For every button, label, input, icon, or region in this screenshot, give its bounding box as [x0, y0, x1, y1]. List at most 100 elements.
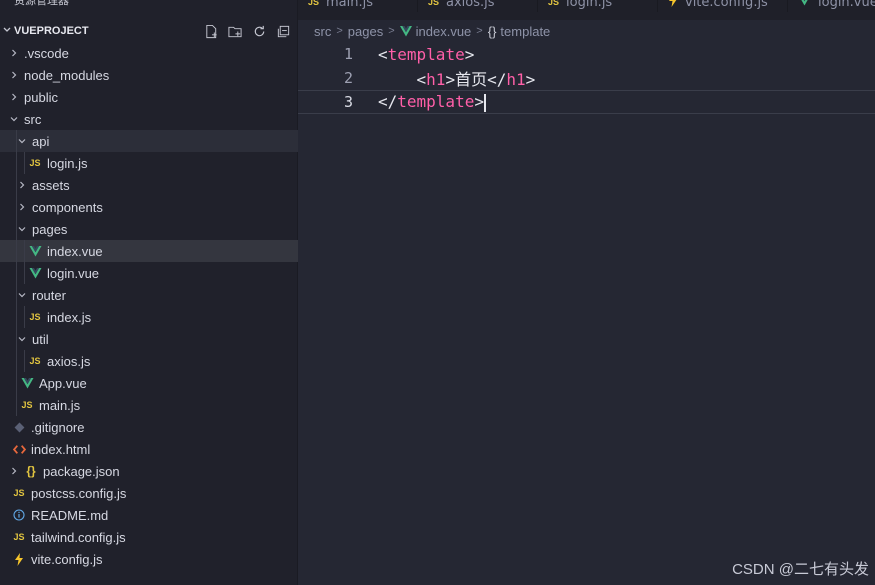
tab-label: login.vue — [818, 0, 875, 10]
vue-file-icon — [28, 245, 42, 257]
tree-item-label: login.js — [47, 155, 88, 171]
file-item[interactable]: login.vue — [0, 262, 298, 284]
new-folder-icon[interactable] — [226, 22, 244, 40]
watermark: CSDN @二七有头发 — [732, 561, 869, 578]
file-item[interactable]: JS tailwind.config.js — [0, 526, 298, 548]
js-file-icon: JS — [29, 356, 41, 366]
file-item[interactable]: vite.config.js — [0, 548, 298, 570]
file-item[interactable]: App.vue — [0, 372, 298, 394]
line-number: 2 — [343, 69, 353, 87]
file-item[interactable]: {} package.json — [0, 460, 298, 482]
folder-item[interactable]: pages — [0, 218, 298, 240]
folder-item[interactable]: api — [0, 130, 298, 152]
folder-item[interactable]: src — [0, 108, 298, 130]
code-tag: template — [397, 92, 475, 112]
chevron-right-icon — [8, 70, 20, 80]
folder-item[interactable]: assets — [0, 174, 298, 196]
file-item[interactable]: JS index.js — [0, 306, 298, 328]
info-file-icon — [12, 509, 26, 521]
folder-item[interactable]: util — [0, 328, 298, 350]
chevron-down-icon — [16, 290, 28, 300]
tree-item-label: public — [24, 89, 58, 105]
tree-item-label: .vscode — [24, 45, 69, 61]
folder-item[interactable]: router — [0, 284, 298, 306]
chevron-down-icon — [0, 25, 14, 38]
file-item[interactable]: README.md — [0, 504, 298, 526]
json-file-icon: {} — [26, 464, 36, 478]
tree-item-label: node_modules — [24, 67, 110, 83]
chevron-down-icon — [8, 114, 20, 124]
folder-item[interactable]: components — [0, 196, 298, 218]
tree-item-label: index.vue — [47, 243, 103, 259]
code-tag: h1 — [426, 70, 446, 89]
file-item[interactable]: index.html — [0, 438, 298, 460]
vue-file-icon — [399, 25, 412, 37]
braces-icon: {} — [487, 23, 497, 39]
tab-label: vite.config.js — [685, 0, 768, 10]
git-file-icon — [12, 422, 26, 433]
file-item[interactable]: index.vue — [0, 240, 298, 262]
js-file-icon: JS — [428, 0, 440, 7]
tree-item-label: components — [32, 199, 103, 215]
explorer-sidebar: 资源管理器 ··· VUEPROJECT .vscode node_modules… — [0, 0, 298, 585]
folder-item[interactable]: node_modules — [0, 64, 298, 86]
folder-item[interactable]: .vscode — [0, 42, 298, 64]
breadcrumb-pages[interactable]: pages — [348, 24, 383, 39]
js-file-icon: JS — [29, 158, 41, 168]
tree-item-label: index.html — [31, 441, 91, 457]
vite-file-icon — [668, 0, 678, 10]
chevron-down-icon — [16, 224, 28, 234]
js-file-icon: JS — [21, 400, 33, 410]
folder-item[interactable]: public — [0, 86, 298, 108]
js-file-icon: JS — [13, 532, 25, 542]
breadcrumb-separator: > — [336, 25, 343, 37]
code-editor[interactable]: 1 <template> 2 <h1>首页</h1> 3 </template> — [298, 42, 875, 114]
text-cursor — [483, 93, 486, 112]
chevron-right-icon — [8, 92, 20, 102]
vue-file-icon — [798, 0, 811, 9]
breadcrumb-separator: > — [388, 25, 395, 37]
tree-item-label: pages — [32, 221, 68, 237]
project-name: VUEPROJECT — [14, 25, 89, 37]
more-actions-icon[interactable]: ··· — [268, 0, 281, 7]
file-item[interactable]: .gitignore — [0, 416, 298, 438]
code-line-current[interactable]: 3 </template> — [298, 90, 875, 114]
code-tag: h1 — [506, 70, 526, 89]
chevron-right-icon — [16, 180, 28, 190]
tree-item-label: App.vue — [39, 375, 87, 391]
project-header[interactable]: VUEPROJECT — [0, 20, 298, 42]
tree-item-label: README.md — [31, 507, 109, 523]
editor-tab[interactable]: JS main.js — [298, 0, 418, 12]
code-line[interactable]: 2 <h1>首页</h1> — [298, 66, 875, 90]
vue-file-icon — [20, 377, 34, 389]
collapse-all-icon[interactable] — [274, 22, 292, 40]
breadcrumb-file[interactable]: index.vue — [416, 24, 472, 39]
editor-tab[interactable]: JS axios.js — [418, 0, 538, 12]
editor-tab[interactable]: JS login.js — [538, 0, 658, 12]
tree-item-label: login.vue — [47, 265, 100, 281]
tree-item-label: index.js — [47, 309, 92, 325]
breadcrumb: src > pages > index.vue > {} template — [298, 20, 875, 42]
breadcrumb-symbol[interactable]: template — [500, 24, 550, 39]
explorer-actions — [202, 22, 292, 40]
file-item[interactable]: JS postcss.config.js — [0, 482, 298, 504]
js-file-icon: JS — [548, 0, 560, 7]
vite-file-icon — [12, 552, 26, 566]
file-item[interactable]: JS main.js — [0, 394, 298, 416]
explorer-title: 资源管理器 — [14, 0, 69, 7]
tree-item-label: api — [32, 133, 50, 149]
file-item[interactable]: JS axios.js — [0, 350, 298, 372]
chevron-right-icon — [8, 48, 20, 58]
code-line[interactable]: 1 <template> — [298, 42, 875, 66]
tab-label: main.js — [326, 0, 374, 10]
editor-tab[interactable]: login.vue — [788, 0, 875, 12]
breadcrumb-src[interactable]: src — [314, 24, 331, 39]
new-file-icon[interactable] — [202, 22, 220, 40]
tree-item-label: package.json — [43, 463, 120, 479]
breadcrumb-separator: > — [476, 25, 483, 37]
tree-item-label: vite.config.js — [31, 551, 103, 567]
file-item[interactable]: JS login.js — [0, 152, 298, 174]
editor-tab[interactable]: vite.config.js — [658, 0, 788, 12]
refresh-icon[interactable] — [250, 22, 268, 40]
tree-item-label: axios.js — [47, 353, 91, 369]
